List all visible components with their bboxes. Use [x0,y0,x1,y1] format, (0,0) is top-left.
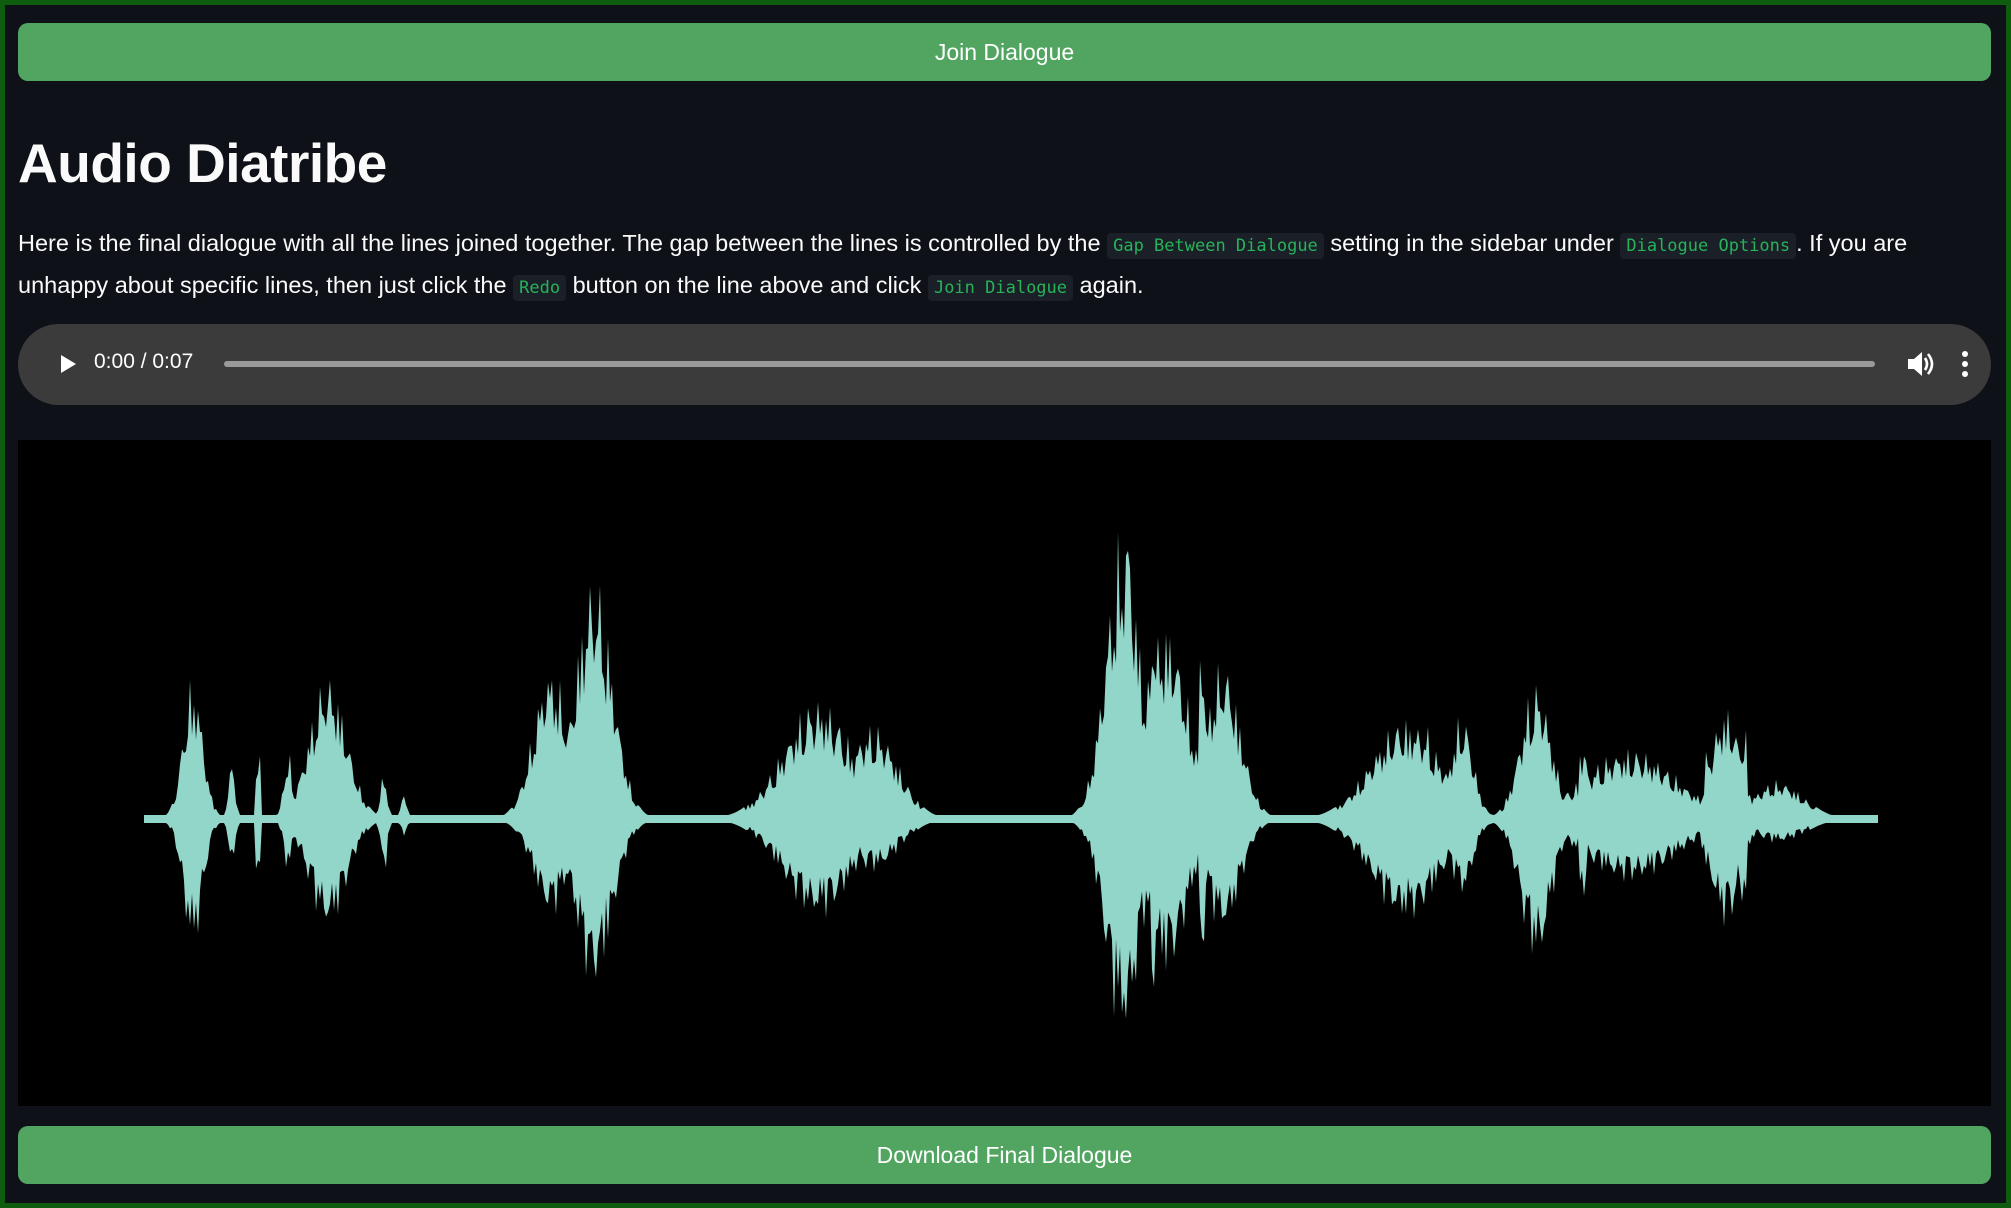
time-display: 0:00 / 0:07 [94,350,194,373]
page-title: Audio Diatribe [18,132,387,194]
waveform-shape [144,532,1878,1019]
code-gap-between-dialogue: Gap Between Dialogue [1107,233,1324,259]
play-icon[interactable] [52,349,82,379]
description-text: button on the line above and click [566,272,928,298]
download-final-dialogue-button[interactable]: Download Final Dialogue [18,1126,1991,1184]
description-text: Here is the final dialogue with all the … [18,230,1108,256]
waveform-graphic [144,532,1878,1019]
description-paragraph: Here is the final dialogue with all the … [18,224,1993,308]
code-dialogue-options: Dialogue Options [1620,233,1797,259]
waveform-plot [18,440,1991,1106]
code-redo: Redo [513,275,567,301]
code-join-dialogue: Join Dialogue [927,275,1074,301]
description-text: again. [1073,272,1144,298]
volume-icon[interactable] [1902,346,1938,382]
seek-bar[interactable] [224,361,1875,367]
audio-player: 0:00 / 0:07 [18,324,1991,405]
more-options-icon[interactable] [1950,346,1980,382]
description-text: setting in the sidebar under [1323,230,1621,256]
join-dialogue-button[interactable]: Join Dialogue [18,23,1991,81]
